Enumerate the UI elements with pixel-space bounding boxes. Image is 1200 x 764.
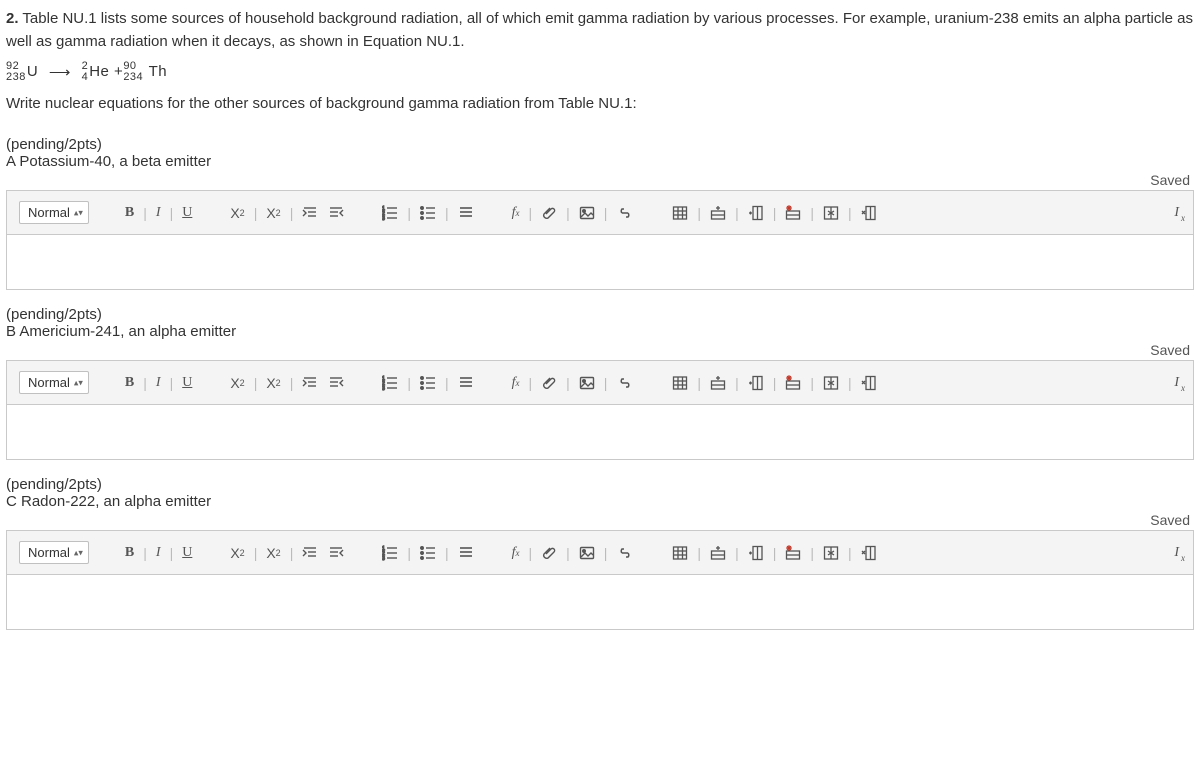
editor-textarea[interactable]: [7, 235, 1193, 289]
question-prompt: Write nuclear equations for the other so…: [6, 95, 1194, 112]
delete-col-icon[interactable]: [859, 204, 879, 222]
table-icon[interactable]: [670, 544, 690, 562]
editor-textarea[interactable]: [7, 575, 1193, 629]
pending-label: (pending/2pts): [6, 136, 1194, 153]
align-icon[interactable]: [456, 374, 476, 392]
attachment-icon[interactable]: [539, 204, 559, 222]
delete-row-icon[interactable]: [783, 204, 803, 222]
nuclear-equation: 92238U ⟶ 24He +90234 Th: [6, 61, 1194, 83]
saved-status: Saved: [1150, 342, 1190, 358]
underline-button[interactable]: U: [180, 374, 194, 392]
italic-button[interactable]: I: [154, 544, 163, 562]
question-part: (pending/2pts) B Americium-241, an alpha…: [6, 306, 1194, 460]
part-title: A Potassium-40, a beta emitter: [6, 153, 1194, 170]
link-icon[interactable]: [614, 203, 636, 223]
paragraph-style-select[interactable]: Normal▴▾: [19, 541, 89, 564]
rich-text-editor: Normal▴▾ B | I | U X2 | X2 |: [6, 360, 1194, 460]
indent-right-icon[interactable]: [300, 544, 320, 562]
unordered-list-icon[interactable]: [418, 544, 438, 562]
saved-status: Saved: [1150, 512, 1190, 528]
underline-button[interactable]: U: [180, 204, 194, 222]
image-icon[interactable]: [577, 204, 597, 222]
svg-text:3: 3: [382, 386, 385, 391]
ordered-list-icon[interactable]: 1 2 3: [380, 374, 400, 392]
delete-row-icon[interactable]: [783, 544, 803, 562]
insert-col-icon[interactable]: [746, 544, 766, 562]
editor-textarea[interactable]: [7, 405, 1193, 459]
equation-button[interactable]: fx: [510, 544, 522, 562]
italic-button[interactable]: I: [154, 374, 163, 392]
editor-toolbar: Normal▴▾ B | I | U X2 | X2 |: [7, 531, 1193, 575]
align-icon[interactable]: [456, 544, 476, 562]
rich-text-editor: Normal▴▾ B | I | U X2 | X2 |: [6, 190, 1194, 290]
editor-toolbar: Normal▴▾ B | I | U X2 | X2 |: [7, 361, 1193, 405]
insert-row-icon[interactable]: [708, 374, 728, 392]
table-icon[interactable]: [670, 374, 690, 392]
question-number: 2.: [6, 10, 19, 27]
insert-row-icon[interactable]: [708, 204, 728, 222]
pending-label: (pending/2pts): [6, 476, 1194, 493]
question-part: (pending/2pts) A Potassium-40, a beta em…: [6, 136, 1194, 290]
superscript-button[interactable]: X2: [264, 374, 282, 392]
bold-button[interactable]: B: [123, 204, 136, 222]
editor-toolbar: Normal▴▾ B | I | U X2 | X2 |: [7, 191, 1193, 235]
paragraph-style-select[interactable]: Normal▴▾: [19, 371, 89, 394]
merge-cells-icon[interactable]: [821, 374, 841, 392]
underline-button[interactable]: U: [180, 544, 194, 562]
merge-cells-icon[interactable]: [821, 204, 841, 222]
rich-text-editor: Normal▴▾ B | I | U X2 | X2 |: [6, 530, 1194, 630]
question-text: Table NU.1 lists some sources of househo…: [6, 10, 1193, 50]
image-icon[interactable]: [577, 374, 597, 392]
insert-col-icon[interactable]: [746, 204, 766, 222]
question-intro: 2. Table NU.1 lists some sources of hous…: [6, 8, 1194, 53]
insert-col-icon[interactable]: [746, 374, 766, 392]
align-icon[interactable]: [456, 204, 476, 222]
delete-col-icon[interactable]: [859, 544, 879, 562]
indent-right-icon[interactable]: [300, 374, 320, 392]
delete-row-icon[interactable]: [783, 374, 803, 392]
superscript-button[interactable]: X2: [264, 544, 282, 562]
indent-left-icon[interactable]: [326, 544, 346, 562]
subscript-button[interactable]: X2: [228, 374, 246, 392]
saved-status: Saved: [1150, 172, 1190, 188]
paragraph-style-select[interactable]: Normal▴▾: [19, 201, 89, 224]
equation-button[interactable]: fx: [510, 204, 522, 222]
link-icon[interactable]: [614, 543, 636, 563]
image-icon[interactable]: [577, 544, 597, 562]
delete-col-icon[interactable]: [859, 374, 879, 392]
part-title: B Americium-241, an alpha emitter: [6, 323, 1194, 340]
indent-left-icon[interactable]: [326, 204, 346, 222]
svg-text:3: 3: [382, 216, 385, 221]
indent-left-icon[interactable]: [326, 374, 346, 392]
attachment-icon[interactable]: [539, 544, 559, 562]
subscript-button[interactable]: X2: [228, 544, 246, 562]
subscript-button[interactable]: X2: [228, 204, 246, 222]
clear-formatting-button[interactable]: Ix: [1172, 374, 1181, 392]
bold-button[interactable]: B: [123, 544, 136, 562]
pending-label: (pending/2pts): [6, 306, 1194, 323]
clear-formatting-button[interactable]: Ix: [1172, 544, 1181, 562]
italic-button[interactable]: I: [154, 204, 163, 222]
superscript-button[interactable]: X2: [264, 204, 282, 222]
question-part: (pending/2pts) C Radon-222, an alpha emi…: [6, 476, 1194, 630]
ordered-list-icon[interactable]: 1 2 3: [380, 204, 400, 222]
svg-text:3: 3: [382, 556, 385, 561]
merge-cells-icon[interactable]: [821, 544, 841, 562]
clear-formatting-button[interactable]: Ix: [1172, 204, 1181, 222]
attachment-icon[interactable]: [539, 374, 559, 392]
part-title: C Radon-222, an alpha emitter: [6, 493, 1194, 510]
bold-button[interactable]: B: [123, 374, 136, 392]
insert-row-icon[interactable]: [708, 544, 728, 562]
ordered-list-icon[interactable]: 1 2 3: [380, 544, 400, 562]
equation-button[interactable]: fx: [510, 374, 522, 392]
table-icon[interactable]: [670, 204, 690, 222]
indent-right-icon[interactable]: [300, 204, 320, 222]
unordered-list-icon[interactable]: [418, 204, 438, 222]
link-icon[interactable]: [614, 373, 636, 393]
unordered-list-icon[interactable]: [418, 374, 438, 392]
